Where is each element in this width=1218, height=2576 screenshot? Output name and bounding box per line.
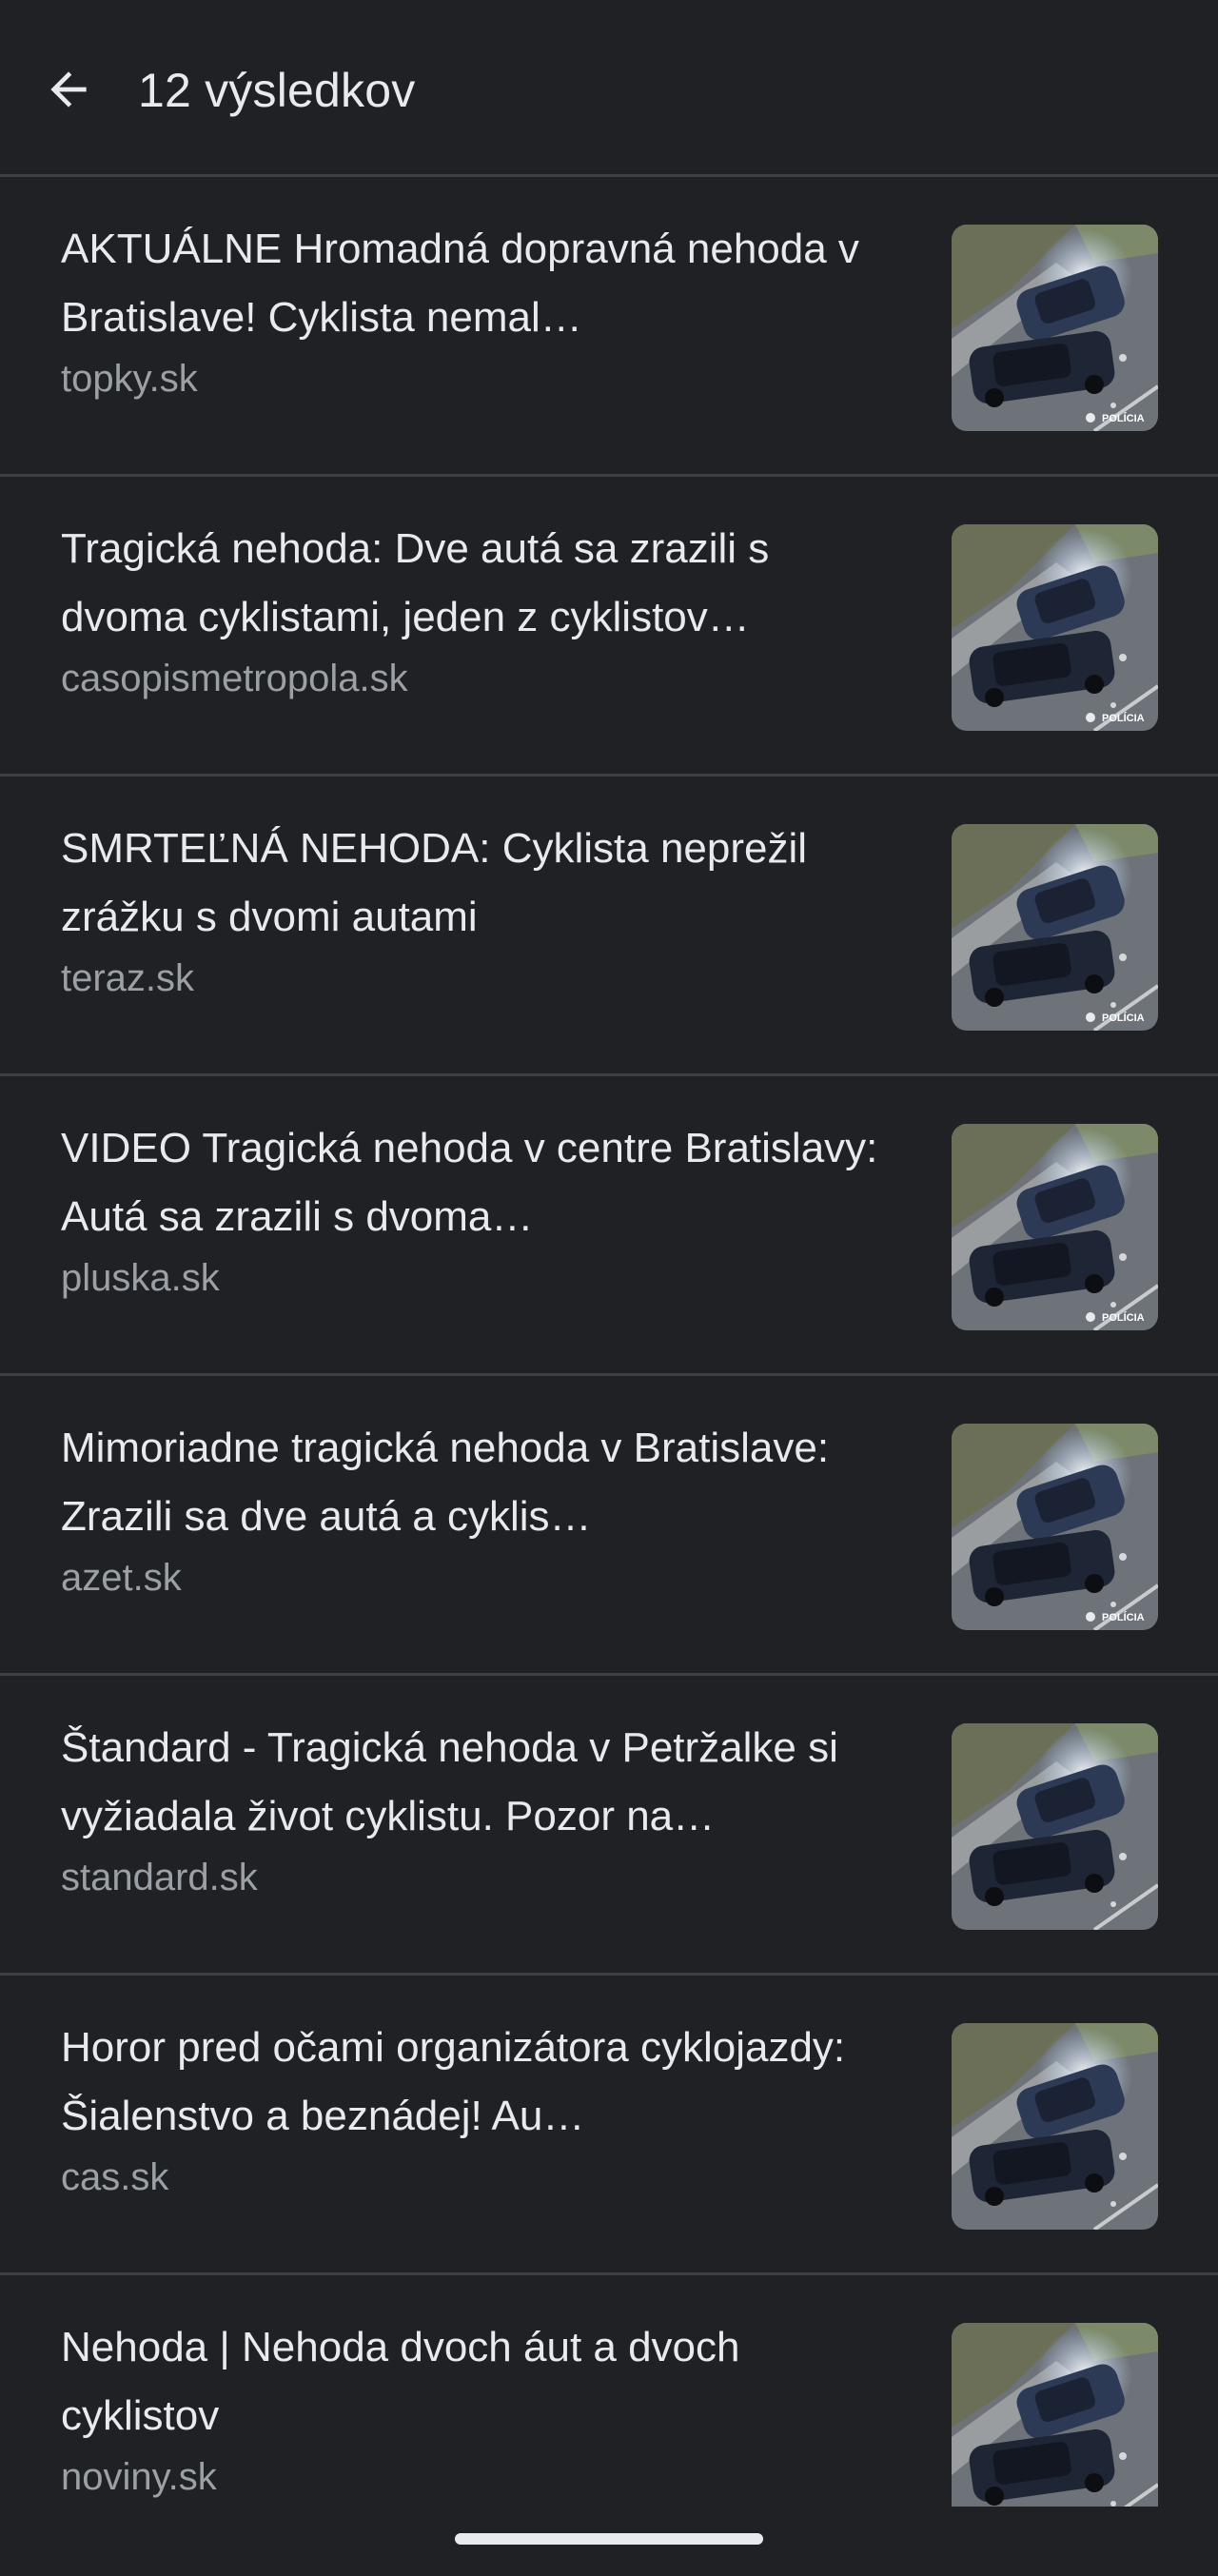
result-source: casopismetropola.sk (61, 658, 408, 699)
result-item[interactable]: Nehoda | Nehoda dvoch áut a dvoch cyklis… (0, 2275, 1218, 2507)
police-badge-text: POLÍCIA (1102, 1611, 1145, 1623)
police-badge-text: POLÍCIA (1102, 412, 1145, 424)
accident-photo: POLÍCIA (952, 1424, 1158, 1630)
result-source: topky.sk (61, 358, 198, 400)
accident-photo: POLÍCIA (952, 524, 1158, 731)
result-title[interactable]: Nehoda | Nehoda dvoch áut a dvoch cyklis… (61, 2313, 898, 2450)
accident-photo (952, 2323, 1158, 2507)
result-title[interactable]: Mimoriadne tragická nehoda v Bratislave:… (61, 1414, 898, 1551)
result-thumbnail[interactable]: POLÍCIA (952, 1424, 1158, 1630)
result-thumbnail[interactable]: POLÍCIA (952, 1124, 1158, 1330)
police-badge-text: POLÍCIA (1102, 1311, 1145, 1324)
accident-photo (952, 1723, 1158, 1930)
page-title: 12 výsledkov (138, 64, 416, 117)
home-gesture-bar[interactable] (455, 2533, 763, 2545)
result-source: cas.sk (61, 2156, 169, 2198)
accident-photo: POLÍCIA (952, 225, 1158, 431)
result-title[interactable]: Horor pred očami organizátora cyklojazdy… (61, 2014, 898, 2151)
police-badge-text: POLÍCIA (1102, 1012, 1145, 1024)
result-title[interactable]: SMRTEĽNÁ NEHODA: Cyklista neprežil zrážk… (61, 815, 898, 952)
result-title[interactable]: Tragická nehoda: Dve autá sa zrazili s d… (61, 515, 898, 652)
result-source: pluska.sk (61, 1257, 220, 1299)
result-item[interactable]: Mimoriadne tragická nehoda v Bratislave:… (0, 1376, 1218, 1676)
results-list[interactable]: AKTUÁLNE Hromadná dopravná nehoda v Brat… (0, 177, 1218, 2507)
police-badge-text: POLÍCIA (1102, 712, 1145, 724)
result-thumbnail[interactable]: POLÍCIA (952, 524, 1158, 731)
result-source: standard.sk (61, 1857, 258, 1898)
result-source: azet.sk (61, 1557, 182, 1599)
result-item[interactable]: AKTUÁLNE Hromadná dopravná nehoda v Brat… (0, 177, 1218, 477)
result-title[interactable]: Štandard - Tragická nehoda v Petržalke s… (61, 1714, 898, 1851)
top-app-bar: 12 výsledkov (0, 0, 1218, 177)
result-source: noviny.sk (61, 2456, 217, 2498)
result-item[interactable]: Tragická nehoda: Dve autá sa zrazili s d… (0, 477, 1218, 777)
result-item[interactable]: SMRTEĽNÁ NEHODA: Cyklista neprežil zrážk… (0, 777, 1218, 1076)
result-source: teraz.sk (61, 957, 195, 999)
result-thumbnail[interactable]: POLÍCIA (952, 824, 1158, 1031)
accident-photo: POLÍCIA (952, 824, 1158, 1031)
result-thumbnail[interactable] (952, 1723, 1158, 1930)
accident-photo (952, 2023, 1158, 2230)
arrow-back-icon (50, 71, 87, 108)
result-title[interactable]: AKTUÁLNE Hromadná dopravná nehoda v Brat… (61, 215, 898, 352)
result-item[interactable]: VIDEO Tragická nehoda v centre Bratislav… (0, 1076, 1218, 1376)
result-item[interactable]: Štandard - Tragická nehoda v Petržalke s… (0, 1676, 1218, 1976)
result-thumbnail[interactable]: POLÍCIA (952, 225, 1158, 431)
result-title[interactable]: VIDEO Tragická nehoda v centre Bratislav… (61, 1114, 898, 1251)
result-thumbnail[interactable] (952, 2323, 1158, 2507)
result-thumbnail[interactable] (952, 2023, 1158, 2230)
back-button[interactable] (34, 55, 103, 124)
accident-photo: POLÍCIA (952, 1124, 1158, 1330)
result-item[interactable]: Horor pred očami organizátora cyklojazdy… (0, 1976, 1218, 2275)
